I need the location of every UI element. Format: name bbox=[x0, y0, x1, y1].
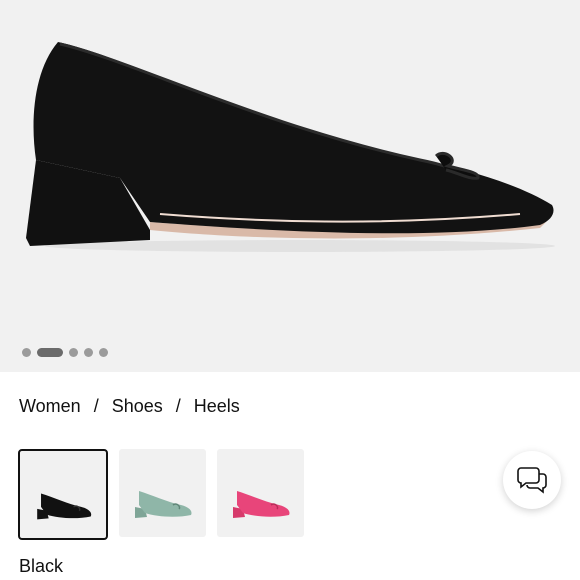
chat-button[interactable] bbox=[503, 451, 561, 509]
carousel-indicator bbox=[22, 346, 108, 358]
breadcrumb-separator: / bbox=[93, 396, 99, 416]
selected-color-label: Black bbox=[19, 556, 64, 576]
carousel-dot-active[interactable] bbox=[37, 347, 63, 357]
breadcrumb: Women / Shoes / Heels bbox=[19, 396, 240, 417]
breadcrumb-heels[interactable]: Heels bbox=[194, 396, 240, 417]
breadcrumb-separator: / bbox=[175, 396, 181, 416]
swatch-sage[interactable] bbox=[119, 449, 206, 537]
swatch-black[interactable] bbox=[18, 449, 108, 540]
product-image-carousel[interactable] bbox=[0, 0, 580, 372]
carousel-dot[interactable] bbox=[22, 347, 31, 357]
breadcrumb-shoes[interactable]: Shoes bbox=[112, 396, 163, 417]
carousel-dot[interactable] bbox=[99, 347, 108, 357]
chat-bubbles-icon bbox=[517, 467, 547, 494]
pink-pump-thumbnail bbox=[233, 491, 290, 518]
carousel-dot[interactable] bbox=[84, 347, 93, 357]
carousel-dot[interactable] bbox=[69, 347, 78, 357]
black-pump-thumbnail bbox=[37, 493, 92, 520]
black-heel-pump-image bbox=[26, 42, 555, 252]
swatch-pink[interactable] bbox=[217, 449, 304, 537]
color-swatch-list bbox=[18, 449, 304, 540]
breadcrumb-women[interactable]: Women bbox=[19, 396, 81, 417]
sage-pump-thumbnail bbox=[135, 491, 192, 518]
